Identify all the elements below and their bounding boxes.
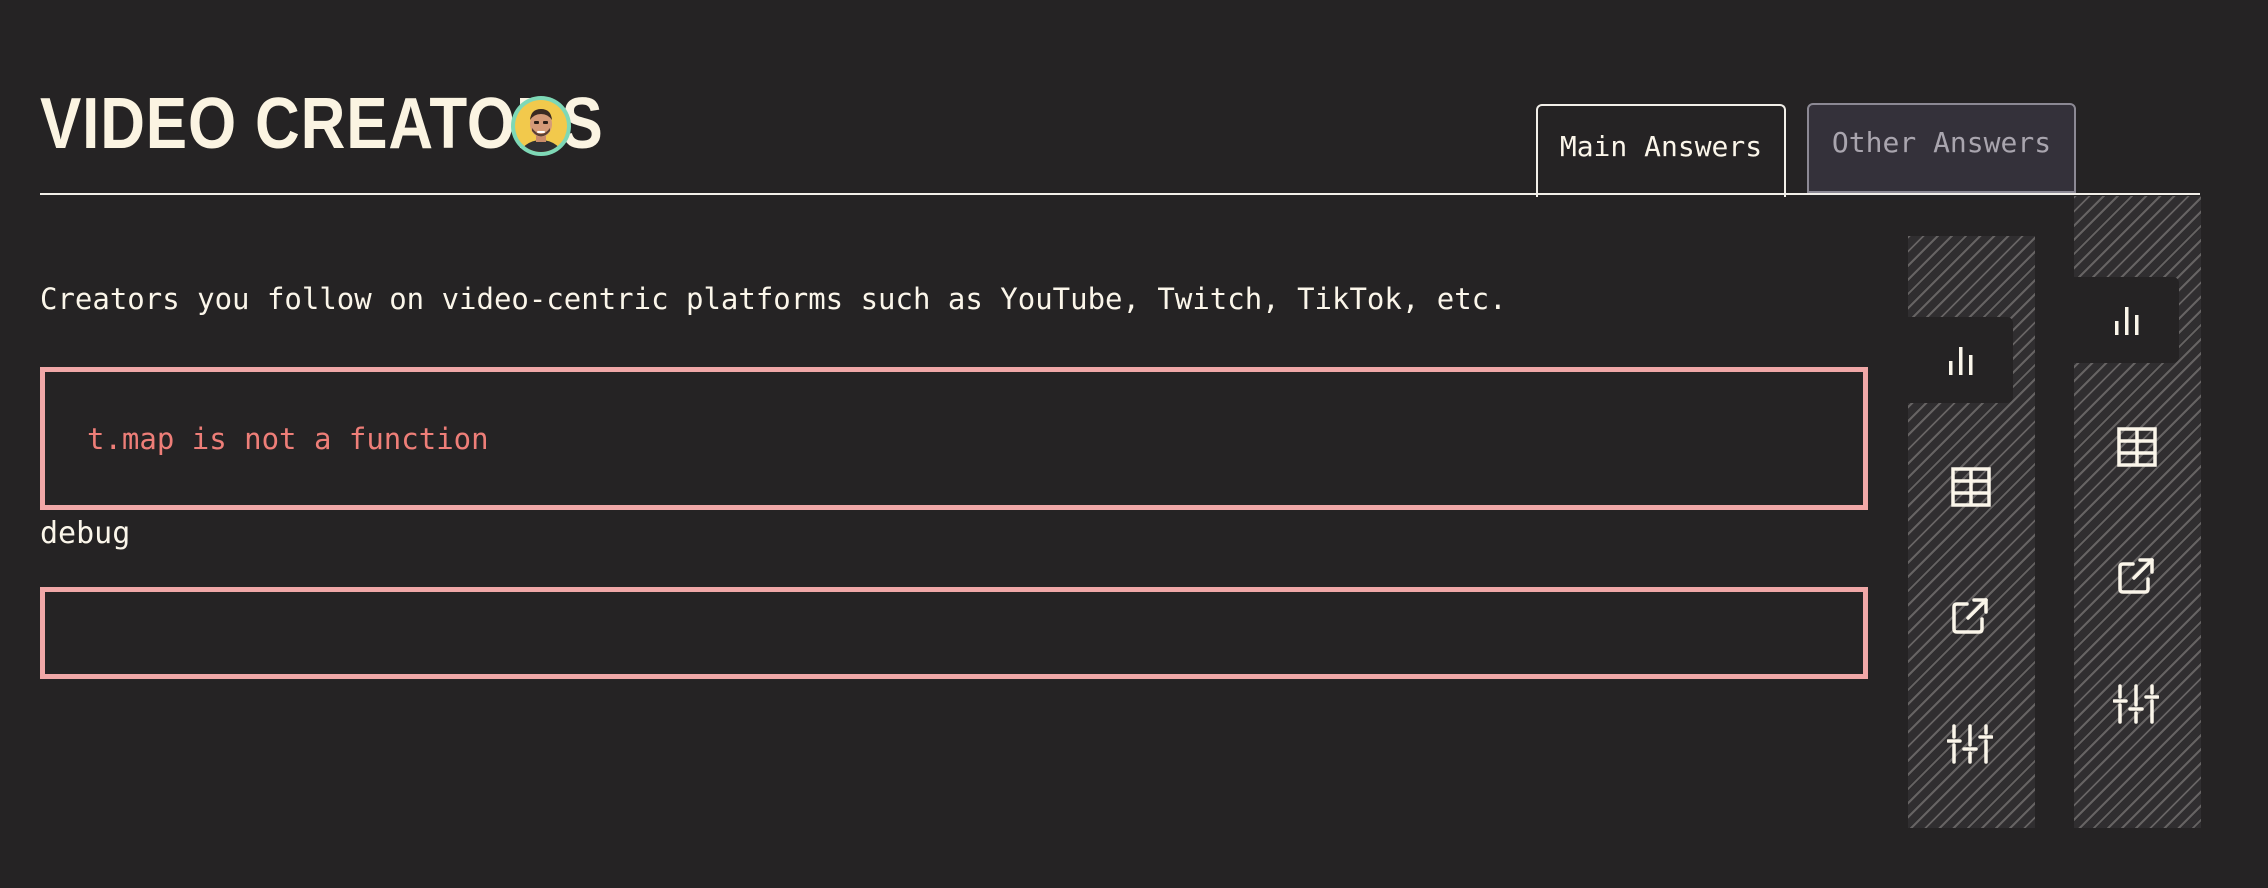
- open-link-button[interactable]: [1934, 580, 2006, 652]
- settings-button-other[interactable]: [2100, 668, 2172, 740]
- sliders-icon: [1947, 724, 1993, 764]
- table-view-button-other[interactable]: [2101, 411, 2173, 483]
- chart-view-button[interactable]: [1908, 317, 2013, 403]
- error-message: t.map is not a function: [87, 421, 489, 456]
- bar-chart-icon: [1948, 347, 1972, 375]
- tab-other-answers[interactable]: Other Answers: [1807, 103, 2076, 193]
- tab-main-answers-label: Main Answers: [1559, 130, 1763, 163]
- sliders-icon: [2113, 684, 2159, 724]
- table-icon: [2117, 427, 2157, 467]
- chart-view-button-other[interactable]: [2074, 277, 2179, 363]
- table-icon: [1951, 467, 1991, 507]
- debug-box: [40, 587, 1868, 679]
- settings-button[interactable]: [1934, 708, 2006, 780]
- avatar-portrait: [515, 100, 567, 152]
- header-divider: [40, 193, 2200, 195]
- avatar: [511, 96, 571, 156]
- external-link-icon: [2118, 558, 2154, 594]
- table-view-button[interactable]: [1935, 451, 2007, 523]
- open-link-button-other[interactable]: [2100, 540, 2172, 612]
- tab-main-answers[interactable]: Main Answers: [1536, 104, 1786, 197]
- bar-chart-icon: [2114, 307, 2138, 335]
- external-link-icon: [1952, 598, 1988, 634]
- debug-label: debug: [40, 516, 131, 551]
- question-description: Creators you follow on video-centric pla…: [40, 282, 1507, 316]
- page: VIDEO CREATORS Main Answers Other Answer…: [0, 0, 2268, 888]
- tab-other-answers-label: Other Answers: [1831, 125, 2052, 159]
- error-box: t.map is not a function: [40, 367, 1868, 510]
